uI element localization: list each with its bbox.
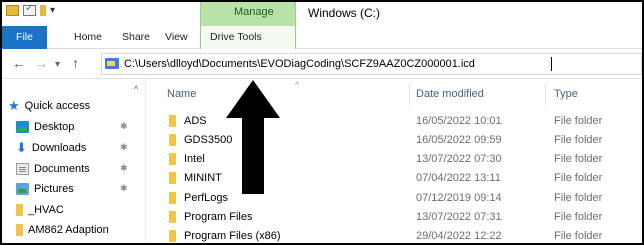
folder-icon [16,204,23,216]
desktop-icon [16,121,29,133]
file-type: File folder [554,192,603,204]
file-name: PerfLogs [184,192,229,204]
file-date: 13/07/2022 07:30 [416,153,502,165]
file-type: File folder [554,153,603,165]
folder-icon [169,230,176,242]
file-name: ADS [184,115,207,127]
address-bar[interactable]: C:\Users\dlloyd\Documents\EVODiagCoding\… [101,53,642,75]
sidebar-item-label: Desktop [34,121,75,133]
file-type: File folder [554,230,603,242]
sidebar-item-hvac[interactable]: _HVAC [16,201,64,219]
pin-icon: ✱ [120,183,128,193]
table-row[interactable]: Program Files (x86) 29/04/2022 12:22 Fil… [147,227,642,243]
folder-icon [169,115,176,127]
file-name: MININT [184,172,222,184]
sidebar-item-downloads[interactable]: ⬇ Downloads ✱ [16,139,128,157]
sort-indicator-icon: ^ [295,80,300,90]
forward-button[interactable]: → [34,55,48,71]
tab-drive-tools[interactable]: Drive Tools [210,31,262,43]
address-path[interactable]: C:\Users\dlloyd\Documents\EVODiagCoding\… [124,58,475,70]
sidebar-item-label: Downloads [31,142,87,154]
sidebar-item-pictures[interactable]: Pictures ✱ [16,180,128,198]
table-row[interactable]: PerfLogs 07/12/2019 09:14 File folder [147,189,642,208]
properties-icon[interactable] [23,3,36,16]
column-divider[interactable] [409,84,410,106]
sidebar-item-label: Pictures [34,183,74,195]
table-row[interactable]: Program Files 13/07/2022 07:31 File fold… [147,208,642,227]
scroll-up-icon[interactable]: ^ [134,84,138,94]
title-bar: ▾ Manage Windows (C:) [2,2,642,26]
tab-home[interactable]: Home [74,31,102,43]
quick-access-toolbar: ▾ [6,3,55,16]
file-date: 07/12/2019 09:14 [416,192,502,204]
navigation-pane[interactable]: ^ ★ Quick access Desktop ✱ ⬇ Downloads ✱… [2,79,146,243]
table-row[interactable]: Intel 13/07/2022 07:30 File folder [147,150,642,169]
customize-toolbar-icon[interactable]: ▾ [50,5,55,16]
back-button[interactable]: ← [12,55,26,71]
file-name: Program Files (x86) [184,230,281,242]
sidebar-item-desktop[interactable]: Desktop ✱ [16,118,128,136]
sidebar-item-label: _HVAC [28,204,64,216]
file-date: 07/04/2022 13:11 [416,172,501,184]
column-header-name[interactable]: Name [167,88,196,100]
sidebar-item-label: Quick access [24,100,91,112]
tab-view[interactable]: View [165,31,188,43]
file-type: File folder [554,115,603,127]
file-name: Program Files [184,211,253,223]
file-name: Intel [184,153,205,165]
folder-icon [169,211,176,223]
folder-icon [169,153,176,165]
text-caret [551,57,552,71]
file-type-icon [105,58,119,69]
up-button[interactable]: ↑ [72,55,79,71]
file-date: 16/05/2022 09:59 [416,134,502,146]
pictures-icon [16,183,29,195]
star-icon: ★ [8,98,20,113]
file-date: 13/07/2022 07:31 [416,211,502,223]
column-divider[interactable] [545,84,546,106]
window-title: Windows (C:) [308,6,381,20]
table-row[interactable]: ADS 16/05/2022 10:01 File folder [147,112,642,131]
sidebar-item-label: Documents [34,163,90,175]
tab-share[interactable]: Share [122,31,150,43]
folder-icon [169,172,176,184]
pin-icon: ✱ [120,142,128,152]
address-row: ← → ▾ ↑ C:\Users\dlloyd\Documents\EVODia… [2,49,642,79]
annotation-arrow-icon [226,80,280,194]
table-row[interactable]: GDS3500 16/05/2022 09:59 File folder [147,131,642,150]
recent-locations-button[interactable]: ▾ [55,57,60,73]
folder-icon [16,224,23,236]
download-icon: ⬇ [16,140,27,155]
ribbon-tabs: File Home Share View Drive Tools [2,26,642,49]
folder-icon [169,134,176,146]
table-row[interactable]: MININT 07/04/2022 13:11 File folder [147,169,642,188]
file-type: File folder [554,211,603,223]
file-list[interactable]: ^ Name Date modified Type ADS 16/05/2022… [147,79,642,243]
file-type: File folder [554,134,603,146]
sidebar-item-am862-adaption[interactable]: AM862 Adaption [16,221,109,239]
column-header-date[interactable]: Date modified [416,88,484,100]
sidebar-item-quick-access[interactable]: ★ Quick access [8,97,90,115]
pin-icon: ✱ [120,121,128,131]
new-folder-icon[interactable] [40,5,46,16]
file-type: File folder [554,172,603,184]
sidebar-item-documents[interactable]: Documents ✱ [16,160,128,178]
documents-icon [16,163,29,175]
tab-file[interactable]: File [2,26,47,49]
file-date: 16/05/2022 10:01 [416,115,502,127]
file-date: 29/04/2022 12:22 [416,230,502,242]
pin-icon: ✱ [120,163,128,173]
explorer-window: ▾ Manage Windows (C:) File Home Share Vi… [0,0,644,245]
folder-icon[interactable] [6,5,19,16]
manage-tab-label[interactable]: Manage [234,6,274,18]
column-header-type[interactable]: Type [554,88,578,100]
folder-icon [169,192,176,204]
sidebar-item-label: AM862 Adaption [28,224,109,236]
